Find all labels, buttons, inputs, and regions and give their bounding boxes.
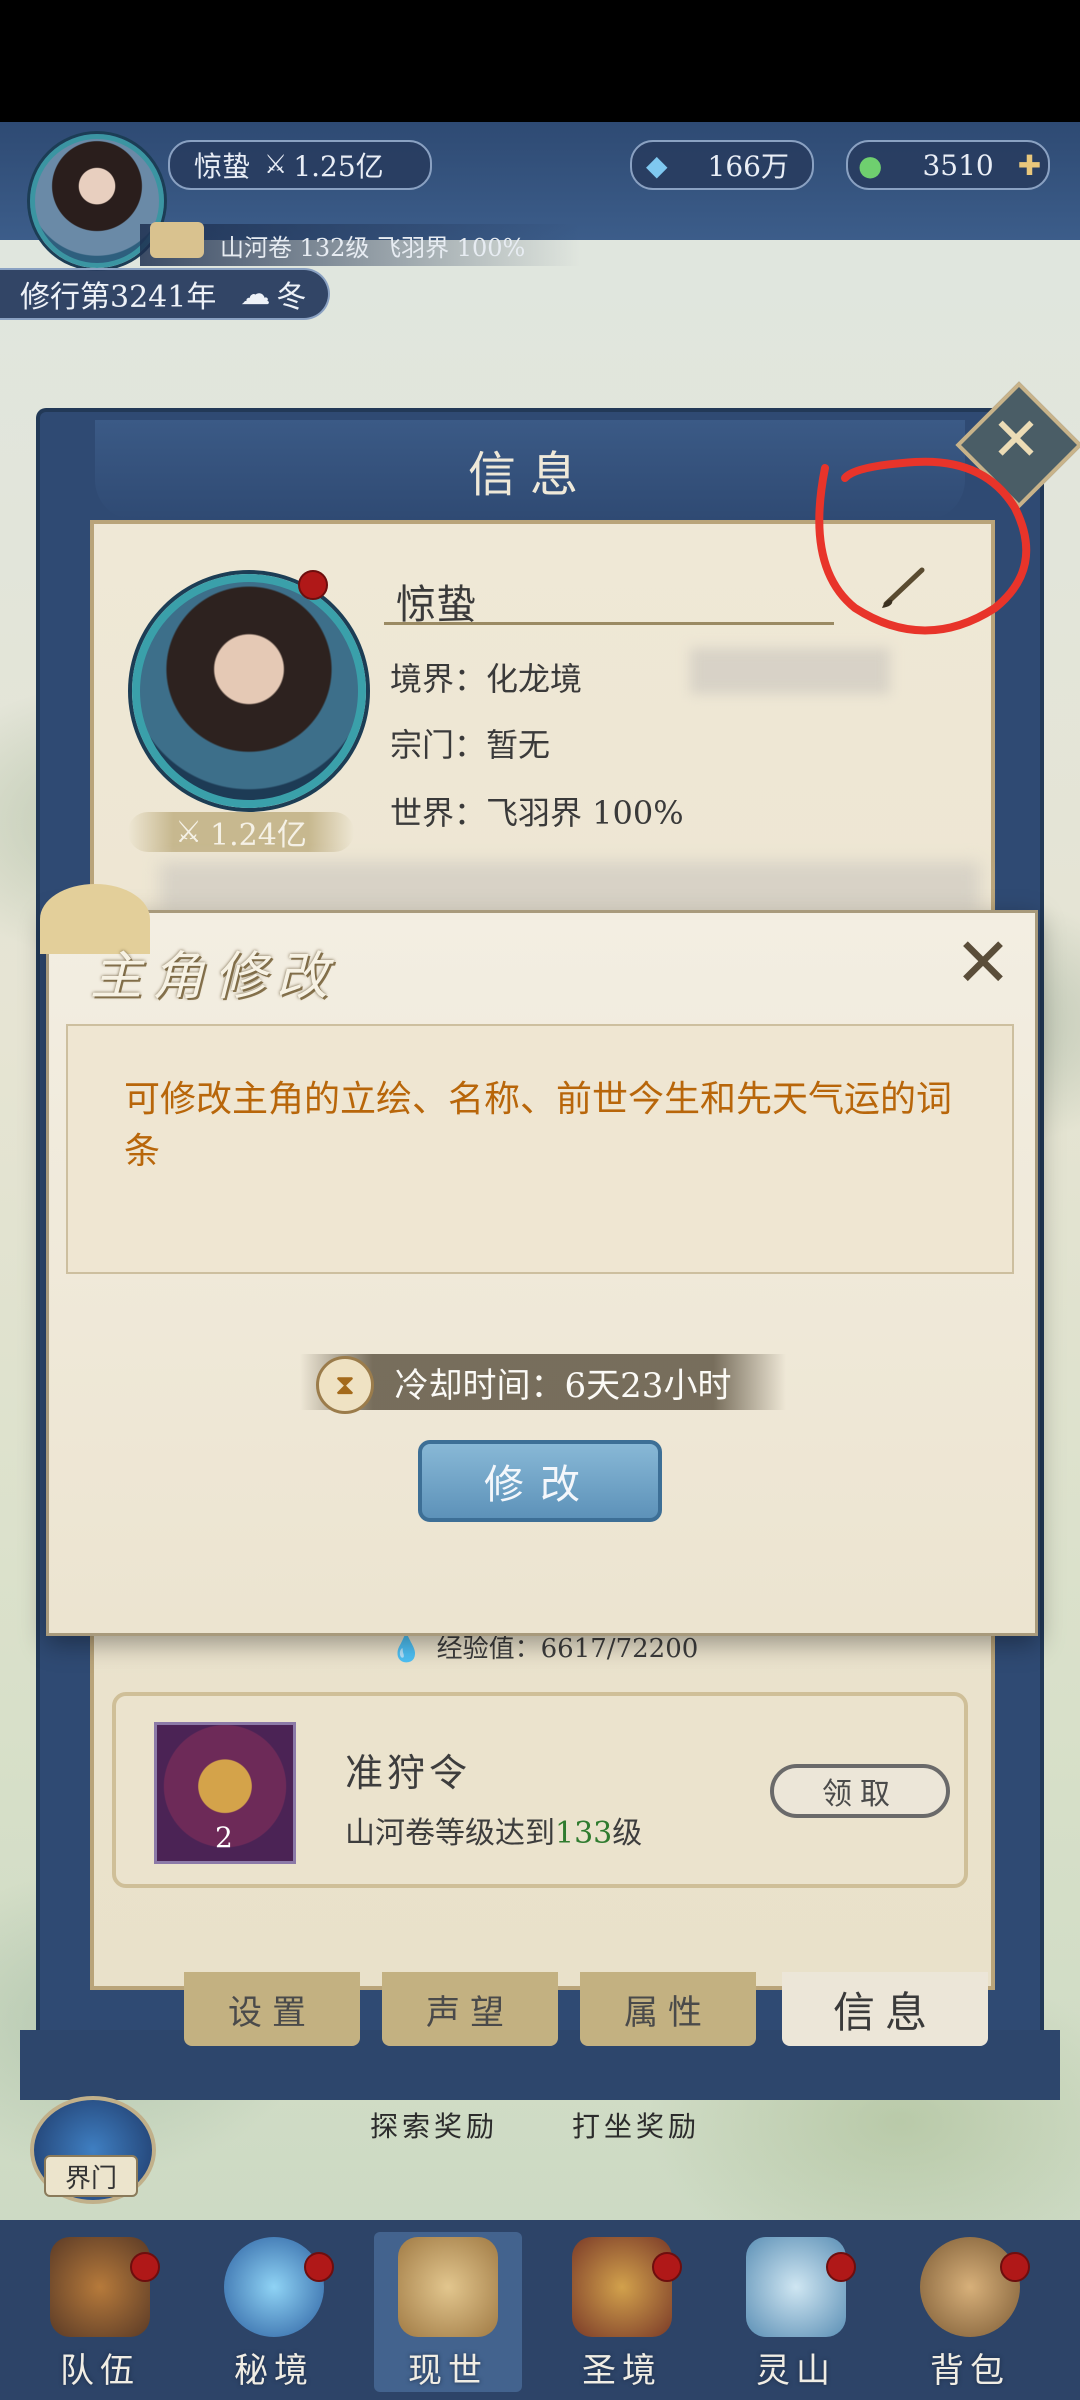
notification-dot bbox=[130, 2252, 160, 2282]
cooldown-text: 冷却时间：6天23小时 bbox=[394, 1365, 732, 1406]
notification-dot bbox=[826, 2252, 856, 2282]
blurred-region bbox=[690, 648, 890, 694]
nav-holy-realm[interactable]: 圣境 bbox=[548, 2232, 696, 2392]
nav-label: 队伍 bbox=[60, 2351, 140, 2391]
sect-line: 宗门：暂无 bbox=[390, 726, 551, 764]
blurred-row bbox=[160, 862, 980, 912]
crystal-icon: ◆ bbox=[646, 148, 668, 182]
reward-level: 133 bbox=[555, 1816, 613, 1851]
realm-line: 境界：化龙境 bbox=[390, 660, 583, 698]
season: 冬 bbox=[276, 280, 307, 315]
nav-backpack[interactable]: 背包 bbox=[896, 2232, 1044, 2392]
power-badge: ⚔ 1.24亿 bbox=[128, 812, 354, 853]
nav-label: 秘境 bbox=[234, 2351, 314, 2391]
power-badge-value: 1.24亿 bbox=[210, 818, 307, 853]
name-underline bbox=[384, 622, 834, 625]
exp-text: 经验值：6617/72200 bbox=[436, 1634, 699, 1664]
nav-label: 灵山 bbox=[756, 2351, 836, 2391]
jade-value: 3510 bbox=[922, 148, 994, 182]
claim-button[interactable]: 领取 bbox=[770, 1764, 950, 1818]
bag-icon bbox=[920, 2237, 1020, 2337]
explore-reward-link[interactable]: 探索奖励 bbox=[370, 2105, 498, 2145]
notification-dot bbox=[298, 570, 328, 600]
nav-label: 圣境 bbox=[582, 2351, 662, 2391]
player-name-power-pill: 惊蛰 ⚔ 1.25亿 bbox=[168, 140, 432, 190]
mountain-icon bbox=[746, 2237, 846, 2337]
nav-label: 现世 bbox=[408, 2351, 488, 2391]
power-badge-icon: ⚔ bbox=[175, 814, 203, 850]
nav-present-world[interactable]: 现世 bbox=[374, 2232, 522, 2392]
power-value: 1.25亿 bbox=[293, 150, 384, 183]
character-portrait[interactable] bbox=[132, 574, 366, 808]
player-name: 惊蛰 bbox=[194, 150, 251, 183]
tab-settings[interactable]: 设置 bbox=[184, 1972, 360, 2046]
crystal-currency[interactable]: ◆ 166万 bbox=[630, 140, 814, 190]
progress-line[interactable]: 山河卷 132级 飞羽界 100% bbox=[140, 224, 580, 266]
dialog-close-button[interactable]: ✕ bbox=[948, 924, 1018, 1003]
reward-title: 准狩令 bbox=[345, 1751, 472, 1795]
reward-count: 2 bbox=[215, 1821, 233, 1854]
nav-spirit-mountain[interactable]: 灵山 bbox=[722, 2232, 870, 2392]
vortex-icon bbox=[224, 2237, 324, 2337]
jade-icon: ● bbox=[858, 148, 883, 182]
reward-description: 山河卷等级达到133级 bbox=[345, 1808, 642, 1852]
meditate-reward-link[interactable]: 打坐奖励 bbox=[572, 2105, 700, 2145]
cultivation-year-bar: 修行第3241年 ☁ 冬 bbox=[0, 268, 330, 320]
exp-icon: 💧 bbox=[390, 1634, 423, 1664]
dialog-description: 可修改主角的立绘、名称、前世今生和先天气运的词条 bbox=[124, 1079, 953, 1172]
power-icon: ⚔ bbox=[264, 150, 288, 180]
add-jade-icon[interactable]: ✚ bbox=[1018, 149, 1041, 182]
nav-label: 背包 bbox=[930, 2351, 1010, 2391]
scroll-icon bbox=[150, 222, 204, 258]
crystal-value: 166万 bbox=[707, 150, 789, 183]
tab-attributes[interactable]: 属性 bbox=[580, 1972, 756, 2046]
realm-gate-label[interactable]: 界门 bbox=[44, 2155, 138, 2197]
dialog-title: 主角修改 bbox=[90, 947, 339, 1007]
nav-team[interactable]: 队伍 bbox=[26, 2232, 174, 2392]
notification-dot bbox=[652, 2252, 682, 2282]
reward-desc-prefix: 山河卷等级达到 bbox=[345, 1816, 555, 1851]
notification-dot bbox=[1000, 2252, 1030, 2282]
hunting-token-icon[interactable]: 2 bbox=[154, 1722, 296, 1864]
notification-dot bbox=[304, 2252, 334, 2282]
progress-text: 山河卷 132级 飞羽界 100% bbox=[220, 233, 526, 262]
reward-desc-suffix: 级 bbox=[612, 1816, 643, 1851]
cultivation-year: 修行第3241年 bbox=[20, 280, 217, 315]
hourglass-icon: ⧗ bbox=[316, 1356, 374, 1414]
tab-reputation[interactable]: 声望 bbox=[382, 1972, 558, 2046]
jade-currency[interactable]: ● 3510 ✚ bbox=[846, 140, 1050, 190]
modify-button[interactable]: 修改 bbox=[418, 1440, 662, 1522]
nav-secret-realm[interactable]: 秘境 bbox=[200, 2232, 348, 2392]
palace-icon bbox=[572, 2237, 672, 2337]
annotation-red-circle bbox=[815, 457, 1031, 635]
scroll-map-icon bbox=[398, 2237, 498, 2337]
team-icon bbox=[50, 2237, 150, 2337]
season-icon: ☁ bbox=[240, 276, 271, 312]
world-line: 世界：飞羽界 100% bbox=[390, 794, 684, 832]
tab-info[interactable]: 信息 bbox=[782, 1972, 988, 2046]
